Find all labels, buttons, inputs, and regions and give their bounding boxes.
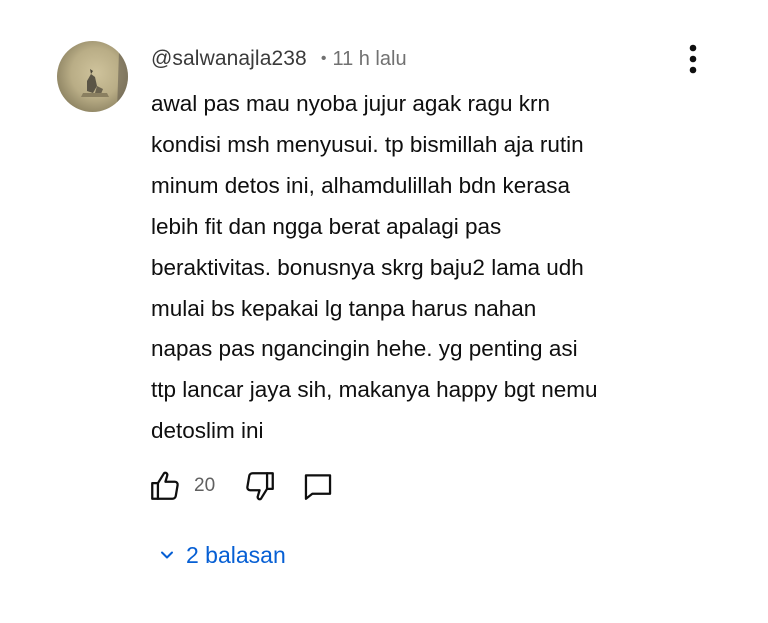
thumbs-up-icon (151, 471, 179, 500)
like-count: 20 (194, 475, 216, 496)
like-button[interactable] (148, 469, 182, 503)
reply-button[interactable] (301, 469, 335, 503)
comment-text-line: detoslim ini (151, 418, 264, 444)
comment-text-line: minum detos ini, alhamdulillah bdn keras… (151, 172, 570, 198)
comment-text-line: lebih fit dan ngga berat apalagi pas (151, 213, 502, 239)
comment-text-line: ttp lancar jaya sih, makanya happy bgt n… (151, 377, 598, 403)
comment-text: awal pas mau nyoba jujur agak ragu krn k… (151, 84, 671, 452)
more-options-button[interactable] (680, 40, 706, 78)
view-replies-button[interactable]: 2 balasan (160, 538, 286, 572)
comment-text-line: mulai bs kepakai lg tanpa harus nahan (151, 295, 537, 321)
avatar[interactable] (57, 41, 128, 112)
dislike-button[interactable] (243, 469, 277, 503)
thumbs-down-icon (246, 472, 275, 501)
replies-count-label: 2 balasan (186, 541, 286, 568)
comment-text-line: napas pas ngancingin hehe. yg penting as… (151, 336, 578, 362)
comment-actions: 20 (148, 466, 335, 506)
username-link[interactable]: @salwanajla238 (151, 47, 307, 71)
timestamp-link[interactable]: 11 h lalu (332, 48, 406, 71)
comment-text-line: awal pas mau nyoba jujur agak ragu krn (151, 91, 550, 116)
comment-text-line: kondisi msh menyusui. tp bismillah aja r… (151, 131, 584, 157)
comment-header: @salwanajla238 • 11 h lalu (151, 44, 407, 74)
meta-separator: • (320, 50, 327, 67)
comment-text-line: beraktivitas. bonusnya skrg baju2 lama u… (151, 254, 584, 280)
more-vertical-icon (689, 44, 697, 74)
comment-thread: @salwanajla238 • 11 h lalu awal pas mau … (0, 0, 768, 623)
chevron-down-icon (161, 551, 173, 559)
comment-icon (304, 474, 332, 500)
